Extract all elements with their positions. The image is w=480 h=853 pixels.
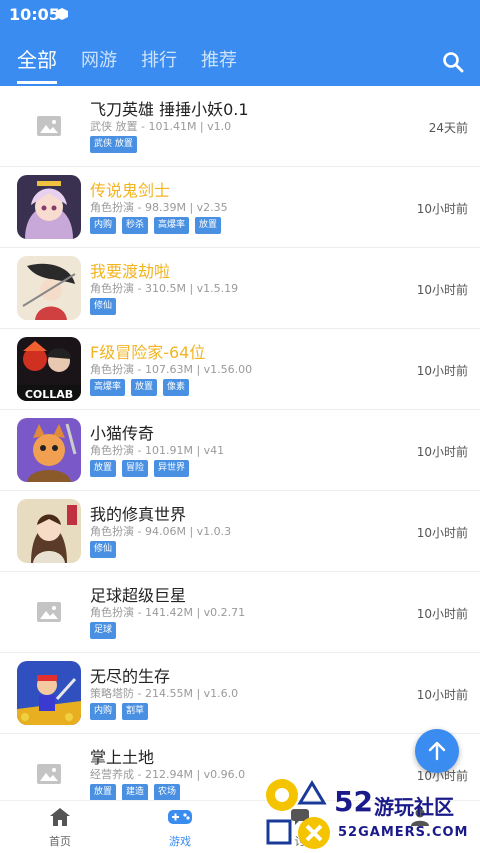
game-title: 无尽的生存 bbox=[90, 667, 171, 686]
game-meta: 策略塔防 - 214.55M | v1.6.0 bbox=[90, 687, 239, 700]
game-row[interactable]: 足球超级巨星 角色扮演 - 141.42M | v0.2.71 足球 10小时前 bbox=[0, 572, 480, 653]
game-tag[interactable]: 修仙 bbox=[90, 298, 117, 315]
anime-girl-icon bbox=[17, 175, 81, 239]
watermark-title: 游玩社区 bbox=[374, 795, 454, 819]
game-title: 足球超级巨星 bbox=[90, 586, 187, 605]
game-title: 小猫传奇 bbox=[90, 424, 155, 443]
svg-text:COLLAB: COLLAB bbox=[25, 388, 73, 401]
game-title: 飞刀英雄 捶捶小妖0.1 bbox=[90, 100, 249, 119]
update-time: 10小时前 bbox=[416, 688, 468, 702]
update-time: 10小时前 bbox=[416, 526, 468, 540]
game-tags: 修仙 bbox=[90, 541, 122, 558]
game-tag[interactable]: 内购 bbox=[90, 703, 117, 720]
nav-games-label: 游戏 bbox=[169, 835, 191, 848]
game-tag[interactable]: 农场 bbox=[154, 784, 181, 801]
notification-icon bbox=[56, 8, 68, 20]
cultivator-icon bbox=[17, 499, 81, 563]
game-row[interactable]: 我要渡劫啦 角色扮演 - 310.5M | v1.5.19 修仙 10小时前 bbox=[0, 248, 480, 329]
game-tag[interactable]: 建造 bbox=[122, 784, 149, 801]
ink-warrior-icon bbox=[17, 256, 81, 320]
game-tag[interactable]: 内购 bbox=[90, 217, 117, 234]
game-row[interactable]: COLLAB F级冒险家-64位 角色扮演 - 107.63M | v1.56.00… bbox=[0, 329, 480, 410]
category-tabs: 全部 网游 排行 推荐 bbox=[0, 40, 420, 86]
game-row[interactable]: 传说鬼剑士 角色扮演 - 98.39M | v2.35 内购 秒杀 高爆率 放置 10小时前 bbox=[0, 167, 480, 248]
nav-home-label: 首页 bbox=[49, 835, 71, 848]
game-title: F级冒险家-64位 bbox=[90, 343, 206, 362]
update-time: 24天前 bbox=[428, 121, 468, 135]
tab-recommend[interactable]: 推荐 bbox=[201, 46, 237, 72]
watermark-subtitle: 52GAMERS.COM bbox=[338, 825, 469, 840]
game-meta: 角色扮演 - 310.5M | v1.5.19 bbox=[90, 282, 239, 295]
nav-games[interactable]: 游戏 bbox=[140, 807, 220, 849]
update-time: 10小时前 bbox=[416, 364, 468, 378]
game-tag[interactable]: 足球 bbox=[90, 622, 117, 639]
game-tag[interactable]: 修仙 bbox=[90, 541, 117, 558]
status-bar: 10:05 bbox=[0, 0, 480, 28]
update-time: 10小时前 bbox=[416, 445, 468, 459]
game-tags: 武侠 放置 bbox=[90, 136, 143, 153]
game-title: 我要渡劫啦 bbox=[90, 262, 171, 281]
game-meta: 角色扮演 - 98.39M | v2.35 bbox=[90, 201, 228, 214]
placeholder-image-icon bbox=[17, 580, 81, 644]
game-tag[interactable]: 像素 bbox=[163, 379, 190, 396]
cat-hero-icon bbox=[17, 418, 81, 482]
watermark-logo-icon bbox=[266, 779, 330, 849]
game-tag[interactable]: 高爆率 bbox=[154, 217, 190, 234]
update-time: 10小时前 bbox=[416, 607, 468, 621]
search-icon bbox=[443, 52, 464, 73]
arrow-up-icon bbox=[428, 741, 446, 761]
game-title: 我的修真世界 bbox=[90, 505, 187, 524]
game-title: 传说鬼剑士 bbox=[90, 181, 171, 200]
tab-all[interactable]: 全部 bbox=[17, 44, 57, 73]
game-tags: 足球 bbox=[90, 622, 122, 639]
game-tags: 放置 冒险 异世界 bbox=[90, 460, 195, 477]
gamepad-icon bbox=[168, 810, 192, 824]
game-meta: 角色扮演 - 101.91M | v41 bbox=[90, 444, 225, 457]
game-tags: 高爆率 放置 像素 bbox=[90, 379, 195, 396]
game-meta: 经营养成 - 212.94M | v0.96.0 bbox=[90, 768, 246, 781]
site-watermark: 52 游玩社区 52GAMERS.COM bbox=[262, 775, 480, 853]
update-time: 10小时前 bbox=[416, 283, 468, 297]
game-tags: 放置 建造 农场 bbox=[90, 784, 186, 801]
game-list: 飞刀英雄 捶捶小妖0.1 武侠 放置 - 101.41M | v1.0 武侠 放置 2… bbox=[0, 86, 480, 815]
search-button[interactable] bbox=[441, 50, 465, 74]
game-tags: 内购 秒杀 高爆率 放置 bbox=[90, 217, 227, 234]
game-row[interactable]: 我的修真世界 角色扮演 - 94.06M | v1.0.3 修仙 10小时前 bbox=[0, 491, 480, 572]
game-tag[interactable]: 秒杀 bbox=[122, 217, 149, 234]
survivor-icon bbox=[17, 661, 81, 725]
game-row[interactable]: 小猫传奇 角色扮演 - 101.91M | v41 放置 冒险 异世界 10小时前 bbox=[0, 410, 480, 491]
placeholder-image-icon bbox=[17, 742, 81, 806]
game-meta: 武侠 放置 - 101.41M | v1.0 bbox=[90, 120, 232, 133]
game-meta: 角色扮演 - 107.63M | v1.56.00 bbox=[90, 363, 253, 376]
update-time: 10小时前 bbox=[416, 202, 468, 216]
app-header: 10:05 全部 网游 排行 推荐 bbox=[0, 0, 480, 86]
game-tag[interactable]: 武侠 放置 bbox=[90, 136, 137, 153]
active-tab-indicator bbox=[17, 81, 57, 84]
collab-icon: COLLAB bbox=[17, 337, 81, 401]
game-tag[interactable]: 放置 bbox=[131, 379, 158, 396]
nav-home[interactable]: 首页 bbox=[20, 807, 100, 849]
game-title: 掌上土地 bbox=[90, 748, 155, 767]
placeholder-image-icon bbox=[17, 94, 81, 158]
game-meta: 角色扮演 - 141.42M | v0.2.71 bbox=[90, 606, 246, 619]
game-tag[interactable]: 割草 bbox=[122, 703, 149, 720]
game-meta: 角色扮演 - 94.06M | v1.0.3 bbox=[90, 525, 232, 538]
scroll-to-top-button[interactable] bbox=[415, 729, 459, 773]
game-tag[interactable]: 冒险 bbox=[122, 460, 149, 477]
game-tags: 内购 割草 bbox=[90, 703, 154, 720]
game-tag[interactable]: 放置 bbox=[195, 217, 222, 234]
game-row[interactable]: 无尽的生存 策略塔防 - 214.55M | v1.6.0 内购 割草 10小时前 bbox=[0, 653, 480, 734]
watermark-number: 52 bbox=[334, 785, 373, 818]
game-tag[interactable]: 放置 bbox=[90, 460, 117, 477]
status-time: 10:05 bbox=[9, 5, 60, 24]
tab-online[interactable]: 网游 bbox=[81, 46, 117, 72]
game-tag[interactable]: 放置 bbox=[90, 784, 117, 801]
game-tag[interactable]: 高爆率 bbox=[90, 379, 126, 396]
home-icon bbox=[50, 808, 70, 826]
game-row[interactable]: 飞刀英雄 捶捶小妖0.1 武侠 放置 - 101.41M | v1.0 武侠 放置 2… bbox=[0, 86, 480, 167]
game-tags: 修仙 bbox=[90, 298, 122, 315]
tab-ranking[interactable]: 排行 bbox=[141, 46, 177, 72]
game-tag[interactable]: 异世界 bbox=[154, 460, 190, 477]
